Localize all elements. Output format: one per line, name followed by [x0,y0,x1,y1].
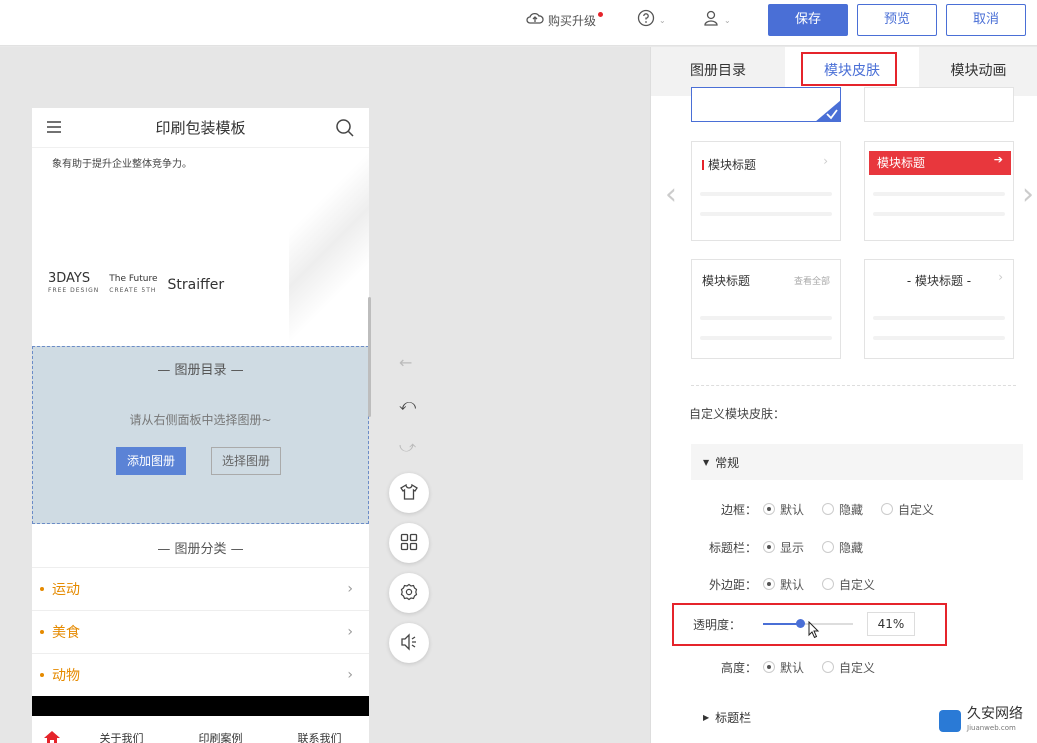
help-button[interactable]: ⌄ [637,9,666,34]
editor-canvas: 印刷包装模板 象有助于提升企业整体竞争力。 3DAYS FREE DESIGN T… [0,47,650,743]
album-module[interactable]: — 图册目录 — 请从右侧面板中选择图册~ 添加图册 选择图册 [32,346,369,524]
list-item[interactable]: 动物 › [32,653,369,696]
skin-option[interactable]: - 模块标题 - › [864,259,1014,359]
caret-down-icon: ▼ [703,457,710,467]
undo-icon[interactable]: ⤺ [399,395,416,415]
save-button[interactable]: 保存 [768,4,848,36]
decorative-image [289,148,369,348]
brand-logo: Straiffer [167,277,225,293]
redo-icon[interactable]: ⤻ [399,437,416,457]
skin-option-selected[interactable] [691,87,841,122]
nav-item-contact[interactable]: 联系我们 [270,730,369,743]
phone-title: 印刷包装模板 [155,119,246,137]
radio-border-hidden[interactable]: 隐藏 [822,501,863,518]
account-button[interactable]: ⌄ [702,10,731,32]
watermark-logo-icon [939,710,961,732]
border-row: 边框： 默认 隐藏 自定义 [720,501,935,518]
home-icon[interactable] [32,730,72,743]
skin-option[interactable] [864,87,1014,122]
group-general-header[interactable]: ▼ 常规 [691,444,1023,480]
chevron-left-icon[interactable]: ‹ [665,177,677,212]
preview-button[interactable]: 预览 [857,4,937,36]
chevron-right-icon: › [347,581,353,597]
watermark: 久安网络 Jiuanweb.com [935,705,1027,737]
select-album-button[interactable]: 选择图册 [211,447,282,475]
speaker-icon [400,632,418,654]
cloud-upload-icon [526,10,544,32]
chevron-right-icon: › [347,624,353,640]
album-section-title: — 图册目录 — [157,363,244,378]
add-album-button[interactable]: 添加图册 [116,447,187,475]
user-icon [702,9,720,34]
black-bar [32,696,369,716]
brand-logos: 3DAYS FREE DESIGN The Future CREATE 5TH St… [48,271,225,297]
radio-titlebar-hide[interactable]: 隐藏 [822,539,863,556]
settings-tool-button[interactable] [389,573,429,613]
phone-preview[interactable]: 印刷包装模板 象有助于提升企业整体竞争力。 3DAYS FREE DESIGN T… [32,108,369,743]
nav-item-cases[interactable]: 印刷案例 [171,730,270,743]
shirt-icon [400,483,418,503]
radio-margin-custom[interactable]: 自定义 [822,576,875,593]
brand-logo: 3DAYS FREE DESIGN [48,271,100,294]
category-list: 运动 › 美食 › 动物 › [32,567,369,696]
chevron-right-icon: › [823,154,828,168]
modules-tool-button[interactable] [389,523,429,563]
list-item[interactable]: 美食 › [32,610,369,653]
category-section-title: — 图册分类 — [157,542,244,557]
scrollbar[interactable] [368,297,371,417]
titlebar-row: 标题栏： 显示 隐藏 [708,539,864,556]
back-arrow-icon[interactable]: ← [399,353,412,372]
music-tool-button[interactable] [389,623,429,663]
radio-height-default[interactable]: 默认 [763,659,804,676]
height-row: 高度： 默认 自定义 [720,659,876,676]
list-item[interactable]: 运动 › [32,567,369,610]
phone-header: 印刷包装模板 [32,108,369,148]
chevron-down-icon: ⌄ [659,16,666,25]
album-hint: 请从右侧面板中选择图册~ [129,413,272,427]
bottom-nav: 关于我们 印刷案例 联系我们 [32,716,369,743]
intro-text: 象有助于提升企业整体竞争力。 [52,159,192,170]
arrow-circle-icon: ➔ [993,153,1003,166]
notification-dot [598,12,604,17]
radio-border-custom[interactable]: 自定义 [881,501,934,518]
chevron-down-icon: ⌄ [724,16,731,25]
menu-icon[interactable] [46,120,62,138]
gear-icon [400,583,418,604]
highlight-box [801,52,897,86]
divider [691,385,1016,386]
radio-margin-default[interactable]: 默认 [763,576,804,593]
grid-icon [400,533,418,554]
skin-option[interactable]: 模块标题 › [691,141,841,241]
chevron-right-icon: › [998,270,1003,284]
brand-logo: The Future CREATE 5TH [109,274,158,294]
radio-height-custom[interactable]: 自定义 [822,659,875,676]
caret-right-icon: ▶ [703,712,710,722]
custom-skin-label: 自定义模块皮肤： [689,407,786,421]
radio-titlebar-show[interactable]: 显示 [763,539,804,556]
chevron-right-icon: › [347,667,353,683]
skin-option[interactable]: 模块标题 查看全部 [691,259,841,359]
search-icon[interactable] [335,118,355,142]
skin-tool-button[interactable] [389,473,429,513]
top-toolbar: 购买升级 ⌄ ⌄ 保存 预览 取消 [0,0,1037,46]
help-icon [637,9,655,34]
skin-option[interactable]: 模块标题 ➔ [864,141,1014,241]
chevron-right-icon[interactable]: › [1022,177,1034,212]
margin-row: 外边距： 默认 自定义 [708,576,876,593]
cancel-button[interactable]: 取消 [946,4,1026,36]
radio-border-default[interactable]: 默认 [763,501,804,518]
highlight-box [672,603,947,646]
upgrade-label: 购买升级 [548,14,597,28]
upgrade-link[interactable]: 购买升级 [526,10,604,32]
nav-item-about[interactable]: 关于我们 [72,730,171,743]
right-panel: 图册目录 模块皮肤 模块动画 ‹ › 模块标题 › 模块标题 ➔ 模块标题 查看… [650,47,1037,743]
